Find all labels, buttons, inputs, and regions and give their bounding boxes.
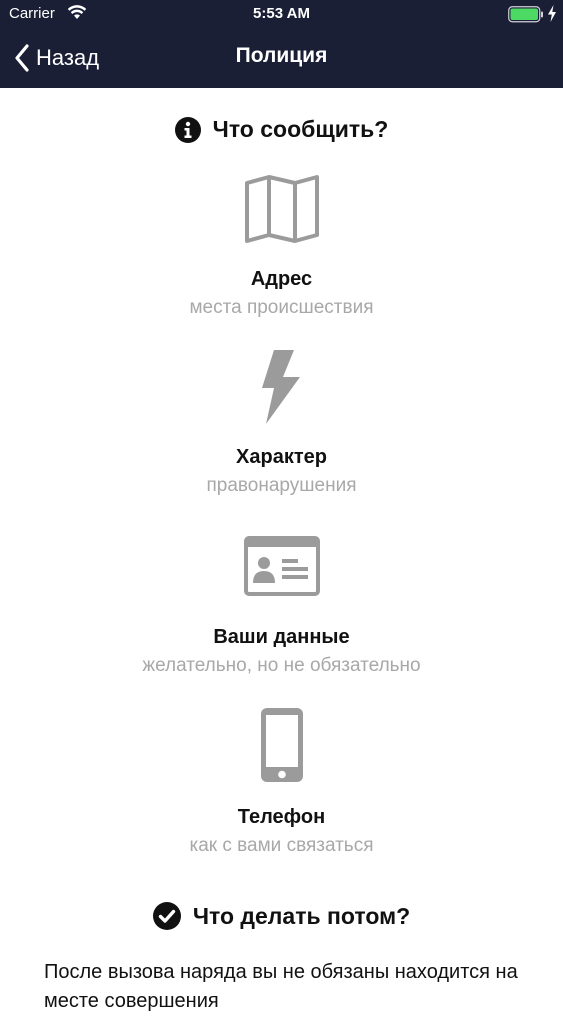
id-card-icon [243, 536, 320, 596]
next-section-text: После вызова наряда вы не обязаны находи… [44, 961, 518, 1012]
report-item-nature: Характер правонарушения [0, 348, 563, 497]
lightning-icon [261, 350, 300, 424]
report-section-title: Что сообщить? [212, 116, 389, 142]
report-item-address: Адрес места происшествия [0, 174, 563, 319]
report-item-phone: Телефон как с вами связаться [0, 706, 563, 857]
report-item-subtitle: как с вами связаться [189, 835, 374, 856]
report-item-subtitle: желательно, но не обязательно [142, 655, 421, 676]
report-item-title: Ваши данные [213, 626, 350, 648]
navigation-bar: Назад Полиция [0, 30, 563, 88]
report-item-subtitle: места происшествия [189, 297, 374, 318]
charging-bolt-icon [548, 5, 556, 22]
status-bar: Carrier 5:53 AM [0, 0, 563, 30]
next-section-title: Что делать потом? [192, 902, 411, 929]
report-item-title: Адрес [250, 268, 313, 290]
report-item-title: Характер [236, 446, 327, 468]
page-title: Полиция [235, 44, 328, 67]
map-icon [244, 175, 319, 243]
report-item-title: Телефон [237, 806, 326, 828]
status-time: 5:53 AM [253, 5, 310, 22]
report-section-header: Что сообщить? [0, 116, 563, 143]
next-section-header: Что делать потом? [0, 902, 563, 930]
check-circle-icon [152, 902, 181, 930]
report-item-personal-data: Ваши данные желательно, но не обязательн… [0, 536, 563, 677]
content: Что сообщить? Адрес места происшествия Х… [0, 88, 563, 1012]
header: Carrier 5:53 AM Назад Полиция [0, 0, 563, 88]
battery-icon [508, 6, 543, 23]
info-icon [174, 116, 201, 143]
phone-icon [260, 708, 303, 782]
report-item-subtitle: правонарушения [206, 475, 357, 496]
